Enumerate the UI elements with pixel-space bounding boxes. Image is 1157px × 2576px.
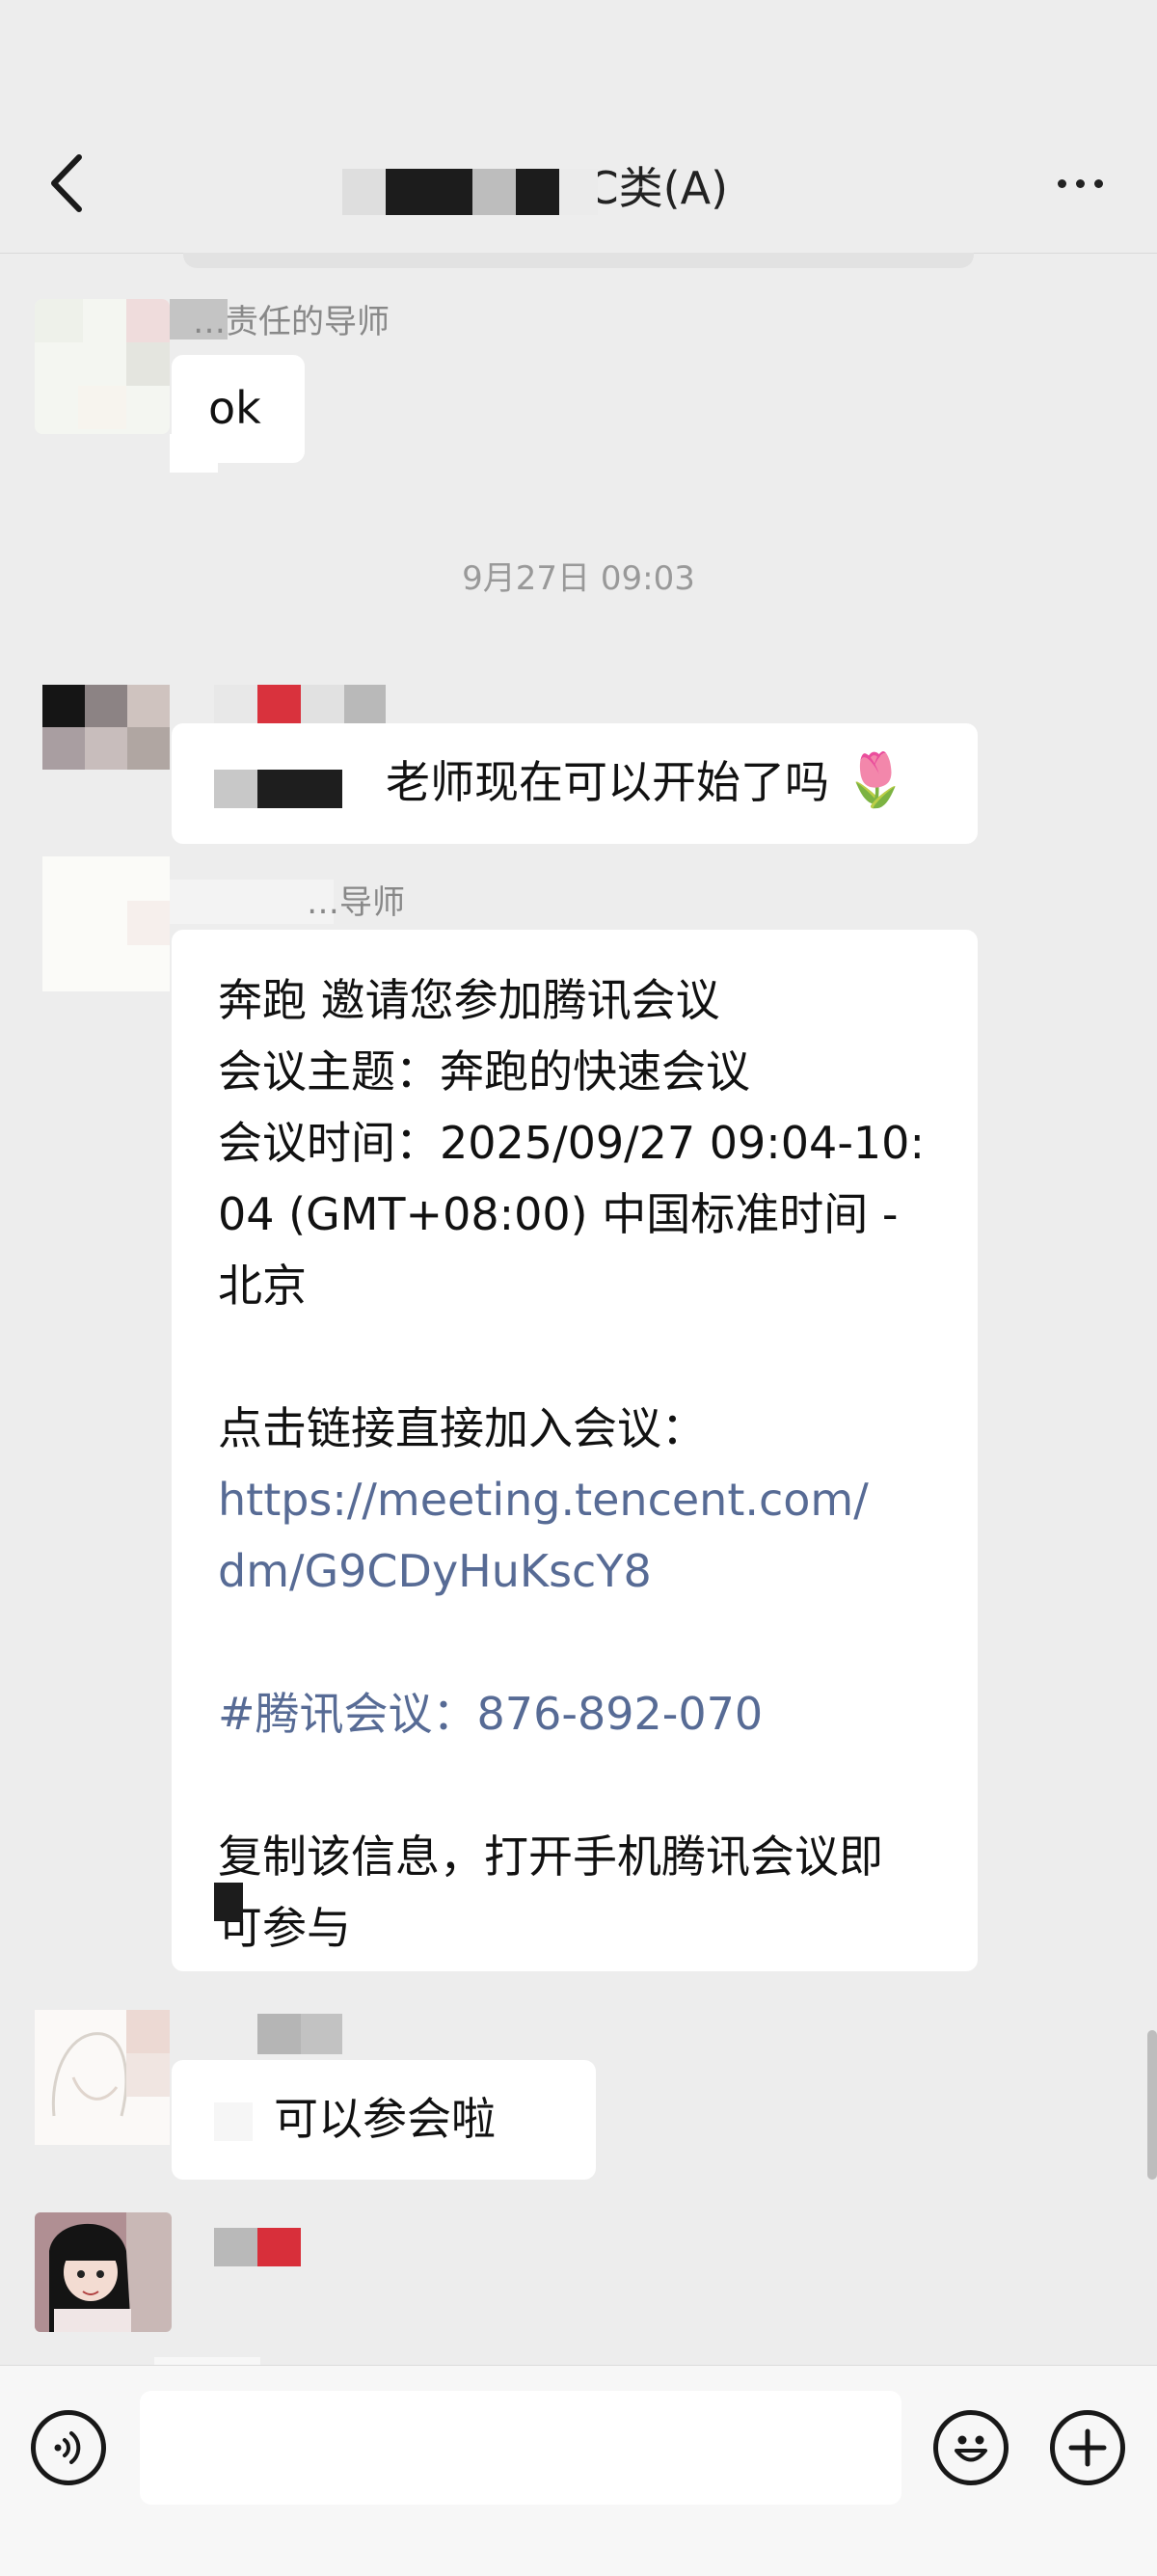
avatar[interactable] (35, 299, 170, 434)
chevron-left-icon (51, 154, 82, 212)
input-bar (0, 2365, 1157, 2576)
avatar[interactable] (42, 685, 170, 770)
back-button[interactable] (39, 145, 96, 222)
invite-line: 复制该信息，打开手机腾讯会议即 (218, 1830, 883, 1883)
title-redaction-5 (559, 169, 598, 215)
invite-line: 点击链接直接加入会议： (218, 1402, 706, 1454)
emoji-button[interactable] (933, 2410, 1009, 2485)
text-redaction (214, 770, 257, 808)
add-button[interactable] (1050, 2410, 1125, 2485)
plus-icon (1068, 2428, 1107, 2467)
invite-line: 会议主题：奔跑的快速会议 (218, 1045, 750, 1098)
sender-name: …责任的导师 (193, 303, 390, 341)
message-input[interactable] (140, 2391, 901, 2505)
invite-line: 会议时间：2025/09/27 09:04-10: (218, 1117, 925, 1169)
sender-redaction (301, 2014, 342, 2054)
title-redaction-3 (472, 169, 516, 215)
invite-line: 04 (GMT+08:00) 中国标准时间 - (218, 1188, 899, 1240)
invite-line (218, 1749, 949, 1821)
text-redaction (214, 2102, 253, 2141)
invite-line (218, 1321, 949, 1393)
avatar[interactable] (42, 856, 170, 991)
timestamp: 9月27日 09:03 (462, 559, 695, 598)
more-dots-icon (1057, 178, 1066, 188)
message-text: 老师现在可以开始了吗 (386, 756, 829, 808)
invite-line: 奔跑 邀请您参加腾讯会议 (218, 974, 720, 1026)
voice-button[interactable] (31, 2410, 106, 2485)
meeting-link[interactable]: https://meeting.tencent.com/ (218, 1464, 949, 1535)
scrollbar[interactable] (1147, 2030, 1157, 2180)
meeting-link-cont[interactable]: dm/G9CDyHuKscY8 (218, 1535, 949, 1607)
text-redaction (214, 1883, 243, 1921)
sender-redaction (257, 2014, 301, 2054)
meeting-number-link[interactable]: #腾讯会议：876-892-070 (218, 1678, 949, 1749)
sender-redaction (257, 685, 301, 725)
chat-header: …ICSE C类(A) (0, 0, 1157, 254)
tulip-emoji: 🌷 (843, 749, 908, 810)
text-redaction (214, 1726, 235, 1765)
avatar[interactable] (35, 2212, 172, 2332)
message-bubble[interactable]: 奔跑 邀请您参加腾讯会议 会议主题：奔跑的快速会议 会议时间：2025/09/2… (172, 930, 978, 1971)
avatar[interactable] (35, 2010, 170, 2145)
voice-icon (54, 2431, 81, 2464)
meeting-invite-text: 奔跑 邀请您参加腾讯会议 会议主题：奔跑的快速会议 会议时间：2025/09/2… (218, 964, 949, 1964)
previous-message-edge (183, 253, 974, 268)
invite-line: 北京 (218, 1260, 307, 1312)
emoji-smile-icon (955, 2435, 987, 2462)
partial-bubble (154, 2357, 260, 2365)
sender-redaction (344, 685, 386, 725)
message-text: ok (208, 382, 261, 434)
title-redaction-2 (386, 169, 472, 215)
sender-redaction (214, 2228, 257, 2266)
sender-name: …导师 (307, 883, 405, 922)
text-redaction (257, 770, 342, 808)
anime-avatar-icon (49, 2223, 131, 2332)
message-list[interactable]: …责任的导师 ok 9月27日 09:03 老师现在可以开始了吗 🌷 …导师 奔… (0, 253, 1157, 2365)
title-redaction-4 (516, 169, 559, 215)
invite-line: 可参与 (218, 1902, 351, 1954)
invite-line (218, 1607, 949, 1678)
sender-redaction (301, 685, 344, 725)
message-text: ，可以参会啦 (229, 2093, 496, 2145)
sender-redaction (257, 2228, 301, 2266)
avatar-redaction-edge (170, 434, 218, 473)
more-button[interactable] (1041, 159, 1118, 207)
sender-redaction (214, 685, 257, 725)
